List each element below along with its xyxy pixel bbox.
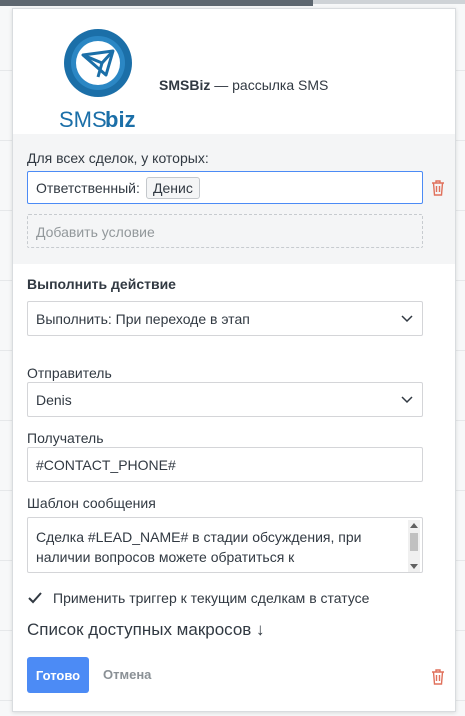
conditions-heading: Для всех сделок, у которых: (27, 150, 209, 166)
template-scrollbar[interactable] (408, 520, 420, 572)
macros-list-link[interactable]: Список доступных макросов ↓ (27, 620, 265, 640)
action-select[interactable]: Выполнить: При переходе в этап (27, 301, 423, 336)
action-select-value: Выполнить: При переходе в этап (36, 311, 250, 327)
delete-condition-icon[interactable] (431, 180, 445, 196)
smsbiz-logo: SMS biz (59, 29, 136, 132)
sender-select[interactable]: Denis (27, 382, 423, 417)
app-name-bold: SMSBiz (159, 77, 211, 93)
svg-text:SMS: SMS (59, 107, 107, 132)
scroll-down-icon[interactable] (410, 564, 418, 569)
sender-label: Отправитель (27, 365, 112, 381)
delete-trigger-icon[interactable] (431, 669, 445, 685)
top-bar (0, 0, 313, 6)
conditions-section: Для всех сделок, у которых: Ответственны… (13, 134, 455, 264)
svg-text:biz: biz (105, 107, 136, 132)
done-button[interactable]: Готово (27, 657, 89, 693)
recipient-label: Получатель (27, 430, 104, 446)
action-heading: Выполнить действие (27, 276, 176, 292)
sender-select-value: Denis (36, 392, 72, 408)
app-name-rest: — рассылка SMS (210, 77, 329, 93)
template-text: Сделка #LEAD_NAME# в стадии обсуждения, … (36, 529, 362, 572)
chevron-down-icon (401, 396, 413, 404)
template-label: Шаблон сообщения (27, 495, 156, 511)
recipient-input[interactable]: #CONTACT_PHONE# (27, 447, 423, 482)
apply-trigger-label[interactable]: Применить триггер к текущим сделкам в ст… (53, 590, 369, 606)
cancel-button[interactable]: Отмена (103, 667, 151, 682)
scroll-up-icon[interactable] (410, 523, 418, 528)
top-bar-right (313, 0, 465, 4)
widget-header: SMS biz SMSBiz — рассылка SMS (13, 9, 455, 134)
add-condition-button[interactable]: Добавить условие (27, 214, 423, 248)
condition-value-chip[interactable]: Денис (146, 177, 200, 199)
condition-field-label: Ответственный: (36, 180, 140, 196)
scroll-thumb[interactable] (410, 533, 418, 551)
condition-row[interactable]: Ответственный: Денис (27, 171, 423, 204)
app-name: SMSBiz — рассылка SMS (159, 77, 328, 93)
apply-trigger-checkbox[interactable] (27, 590, 43, 606)
template-textarea[interactable]: Сделка #LEAD_NAME# в стадии обсуждения, … (27, 517, 423, 573)
chevron-down-icon (401, 315, 413, 323)
trigger-settings-card: SMS biz SMSBiz — рассылка SMS Для всех с… (12, 8, 456, 712)
